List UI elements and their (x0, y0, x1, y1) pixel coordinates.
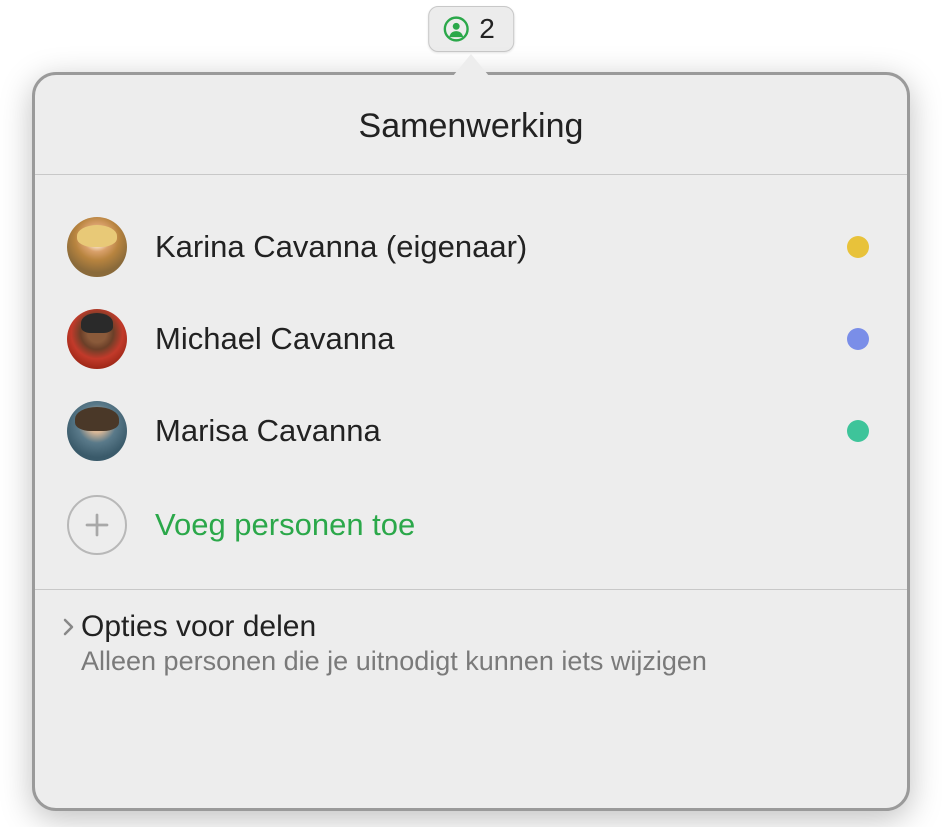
share-options-section[interactable]: Opties voor delen Alleen personen die je… (35, 589, 907, 699)
participant-row[interactable]: Michael Cavanna (59, 293, 877, 385)
popover-arrow (453, 54, 489, 76)
participants-list: Karina Cavanna (eigenaar) Michael Cavann… (35, 175, 907, 589)
participant-row[interactable]: Karina Cavanna (eigenaar) (59, 201, 877, 293)
collaboration-count: 2 (479, 13, 495, 45)
status-dot (847, 236, 869, 258)
share-options-title: Opties voor delen (81, 610, 316, 644)
participant-name: Karina Cavanna (eigenaar) (155, 229, 819, 265)
add-people-label: Voeg personen toe (155, 507, 415, 543)
avatar (67, 217, 127, 277)
avatar (67, 309, 127, 369)
status-dot (847, 420, 869, 442)
participant-row[interactable]: Marisa Cavanna (59, 385, 877, 477)
collaboration-popover: Samenwerking Karina Cavanna (eigenaar) M… (32, 72, 910, 811)
popover-title: Samenwerking (35, 75, 907, 175)
avatar (67, 401, 127, 461)
chevron-right-icon (61, 616, 77, 638)
status-dot (847, 328, 869, 350)
person-circle-icon (443, 16, 469, 42)
add-people-button[interactable]: Voeg personen toe (59, 477, 877, 579)
participant-name: Michael Cavanna (155, 321, 819, 357)
participant-name: Marisa Cavanna (155, 413, 819, 449)
share-options-subtitle: Alleen personen die je uitnodigt kunnen … (61, 646, 877, 677)
plus-circle-icon (67, 495, 127, 555)
collaboration-pill-button[interactable]: 2 (428, 6, 514, 52)
